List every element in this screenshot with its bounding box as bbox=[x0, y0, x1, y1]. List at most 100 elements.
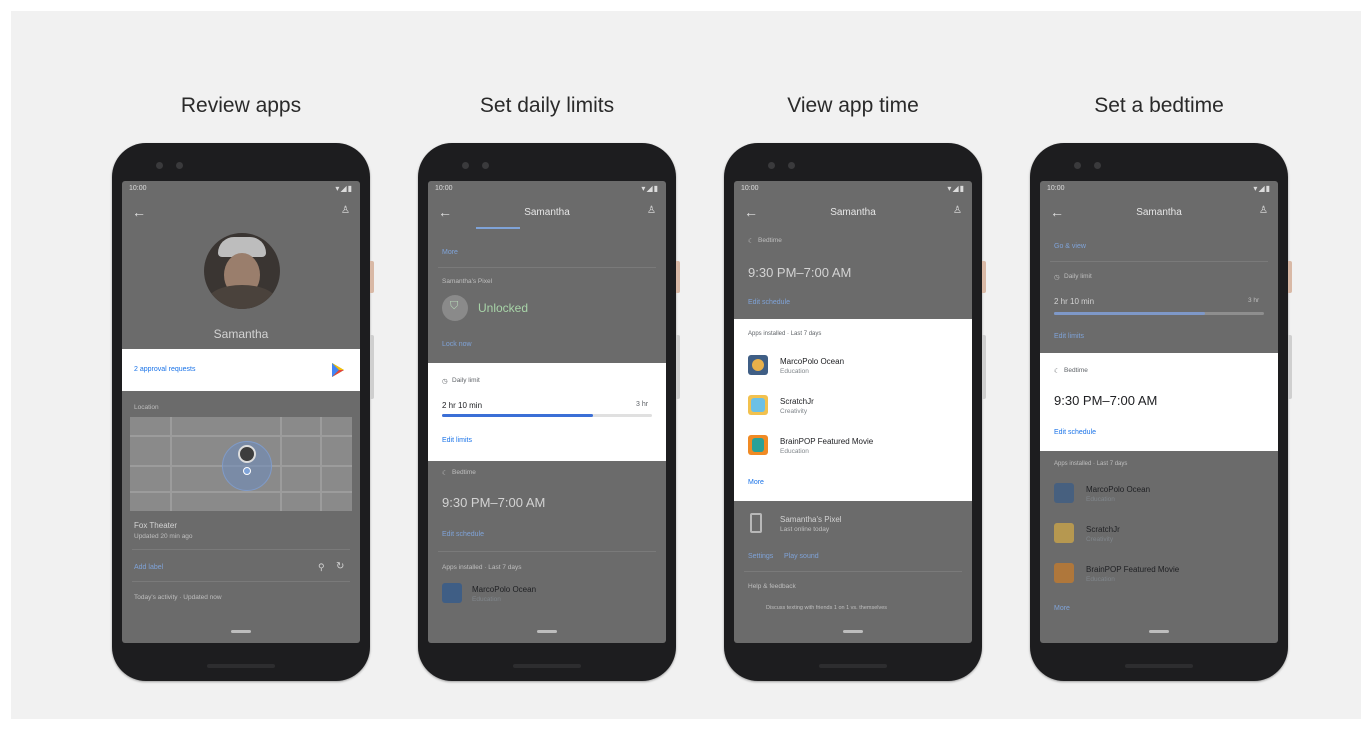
more-link[interactable]: More bbox=[1054, 605, 1070, 612]
place-updated: Updated 20 min ago bbox=[134, 533, 193, 540]
apps-installed-label: Apps installed · Last 7 days bbox=[442, 564, 522, 571]
daily-limit-card[interactable]: ◷ Daily limit 2 hr 10 min 3 hr Edit limi… bbox=[428, 363, 666, 461]
tab-indicator bbox=[476, 227, 520, 229]
power-button bbox=[676, 261, 680, 293]
app1-name[interactable]: MarcoPolo Ocean bbox=[472, 585, 536, 594]
front-sensor bbox=[482, 162, 489, 169]
bottom-speaker bbox=[1125, 664, 1193, 668]
power-button bbox=[370, 261, 374, 293]
clock-icon: ◷ bbox=[442, 378, 448, 385]
app-name[interactable]: MarcoPolo Ocean bbox=[1086, 485, 1150, 494]
activity-note: Today's activity · Updated now bbox=[134, 594, 222, 601]
location-label: Location bbox=[134, 404, 159, 411]
brainpop-app-icon bbox=[748, 435, 768, 455]
add-label-link[interactable]: Add label bbox=[134, 564, 163, 571]
marcopolo-app-icon bbox=[442, 583, 462, 603]
refresh-icon[interactable]: ↻ bbox=[336, 561, 344, 572]
app-category: Education bbox=[780, 368, 809, 375]
approval-requests-link[interactable]: 2 approval requests bbox=[134, 366, 195, 373]
front-sensor bbox=[176, 162, 183, 169]
nav-handle[interactable] bbox=[231, 630, 251, 633]
phone-view-app-time: 10:00 ▾◢▮ ← Samantha ♙ ☾ Bedtime 9:30 PM–… bbox=[724, 143, 986, 681]
heading-review-apps: Review apps bbox=[180, 94, 302, 117]
phone-set-a-bedtime: 10:00 ▾◢▮ ← Samantha ♙ Go & view ◷ Daily … bbox=[1030, 143, 1292, 681]
app-category: Education bbox=[780, 448, 809, 455]
volume-button bbox=[1288, 335, 1292, 399]
limit-value: 2 hr 10 min bbox=[1054, 297, 1095, 306]
lock-icon: ⛉ bbox=[450, 300, 459, 312]
location-map[interactable] bbox=[130, 417, 352, 511]
app-category: Education bbox=[1086, 496, 1115, 503]
daily-limit-label: Daily limit bbox=[452, 377, 480, 384]
top-link[interactable]: Go & view bbox=[1054, 243, 1086, 250]
bottom-speaker bbox=[819, 664, 887, 668]
app-bar: ← Samantha ♙ bbox=[428, 198, 666, 228]
directions-icon[interactable]: ⚲ bbox=[318, 562, 325, 573]
clock-icon: ◷ bbox=[1054, 274, 1060, 281]
account-switch-icon[interactable]: ♙ bbox=[953, 205, 962, 216]
edit-schedule-link[interactable]: Edit schedule bbox=[1054, 429, 1096, 436]
status-time: 10:00 bbox=[129, 185, 147, 192]
bedtime-label: Bedtime bbox=[1064, 367, 1088, 374]
nav-handle[interactable] bbox=[1149, 630, 1169, 633]
power-button bbox=[982, 261, 986, 293]
limit-max: 3 hr bbox=[1248, 297, 1260, 304]
app-title: Samantha bbox=[830, 207, 876, 218]
status-time: 10:00 bbox=[741, 185, 759, 192]
heading-set-daily-limits: Set daily limits bbox=[479, 94, 615, 117]
front-camera bbox=[462, 162, 469, 169]
screen-set-a-bedtime: 10:00 ▾◢▮ ← Samantha ♙ Go & view ◷ Daily … bbox=[1040, 181, 1278, 643]
avatar bbox=[204, 233, 280, 309]
device-state: Unlocked bbox=[478, 301, 529, 315]
app-name[interactable]: BrainPOP Featured Movie bbox=[1086, 565, 1179, 574]
bedtime-value: 9:30 PM–7:00 AM bbox=[1054, 393, 1158, 408]
account-switch-icon[interactable]: ♙ bbox=[1259, 205, 1268, 216]
limit-value: 2 hr 10 min bbox=[442, 401, 483, 410]
app-title: Samantha bbox=[524, 207, 570, 218]
lock-now-link[interactable]: Lock now bbox=[442, 341, 472, 348]
back-arrow-icon[interactable]: ← bbox=[132, 204, 146, 220]
app-name[interactable]: ScratchJr bbox=[1086, 525, 1120, 534]
apps-installed-label: Apps installed · Last 7 days bbox=[748, 331, 822, 337]
bedtime-icon: ☾ bbox=[442, 470, 448, 477]
daily-limit-label: Daily limit bbox=[1064, 273, 1092, 280]
app-name[interactable]: ScratchJr bbox=[780, 397, 814, 406]
phone-review-apps: 10:00 ▾◢▮ ← ♙ Samantha 2 approval request… bbox=[112, 143, 374, 681]
edit-limits-link[interactable]: Edit limits bbox=[1054, 333, 1084, 340]
signal-battery-icon: ▾◢▮ bbox=[1253, 184, 1271, 193]
approval-requests-card[interactable]: 2 approval requests bbox=[122, 349, 360, 391]
app-name[interactable]: MarcoPolo Ocean bbox=[780, 357, 844, 366]
brainpop-app-icon bbox=[1054, 563, 1074, 583]
play-sound-link[interactable]: Play sound bbox=[784, 553, 819, 560]
heading-set-a-bedtime: Set a bedtime bbox=[1094, 94, 1224, 117]
settings-link[interactable]: Settings bbox=[748, 553, 773, 560]
bedtime-icon: ☾ bbox=[748, 238, 754, 245]
account-switch-icon[interactable]: ♙ bbox=[647, 205, 656, 216]
app-title: Samantha bbox=[1136, 207, 1182, 218]
nav-handle[interactable] bbox=[537, 630, 557, 633]
front-camera bbox=[156, 162, 163, 169]
device-status: Last online today bbox=[780, 526, 830, 533]
bedtime-label: Bedtime bbox=[758, 237, 782, 244]
device-label: Samantha's Pixel bbox=[442, 278, 493, 285]
app-category: Creativity bbox=[780, 408, 808, 415]
power-button bbox=[1288, 261, 1292, 293]
screen-view-app-time: 10:00 ▾◢▮ ← Samantha ♙ ☾ Bedtime 9:30 PM–… bbox=[734, 181, 972, 643]
app1-category: Education bbox=[472, 596, 501, 603]
app-name[interactable]: BrainPOP Featured Movie bbox=[780, 437, 873, 446]
edit-schedule-link[interactable]: Edit schedule bbox=[442, 531, 484, 538]
account-switch-icon[interactable]: ♙ bbox=[341, 205, 350, 216]
app-category: Education bbox=[1086, 576, 1115, 583]
edit-limits-link[interactable]: Edit limits bbox=[442, 437, 472, 444]
bedtime-card[interactable]: ☾ Bedtime 9:30 PM–7:00 AM Edit schedule bbox=[1040, 353, 1278, 451]
limit-progress-fill bbox=[1054, 312, 1206, 315]
nav-handle[interactable] bbox=[843, 630, 863, 633]
bottom-speaker bbox=[207, 664, 275, 668]
edit-schedule-link[interactable]: Edit schedule bbox=[748, 299, 790, 306]
more-link[interactable]: More bbox=[442, 249, 458, 256]
volume-button bbox=[370, 335, 374, 399]
app-bar: ← ♙ bbox=[122, 198, 360, 228]
apps-installed-card[interactable]: Apps installed · Last 7 days MarcoPolo O… bbox=[734, 319, 972, 501]
more-link[interactable]: More bbox=[748, 479, 764, 486]
tips-text[interactable]: Discuss texting with friends 1 on 1 vs. … bbox=[766, 605, 887, 611]
